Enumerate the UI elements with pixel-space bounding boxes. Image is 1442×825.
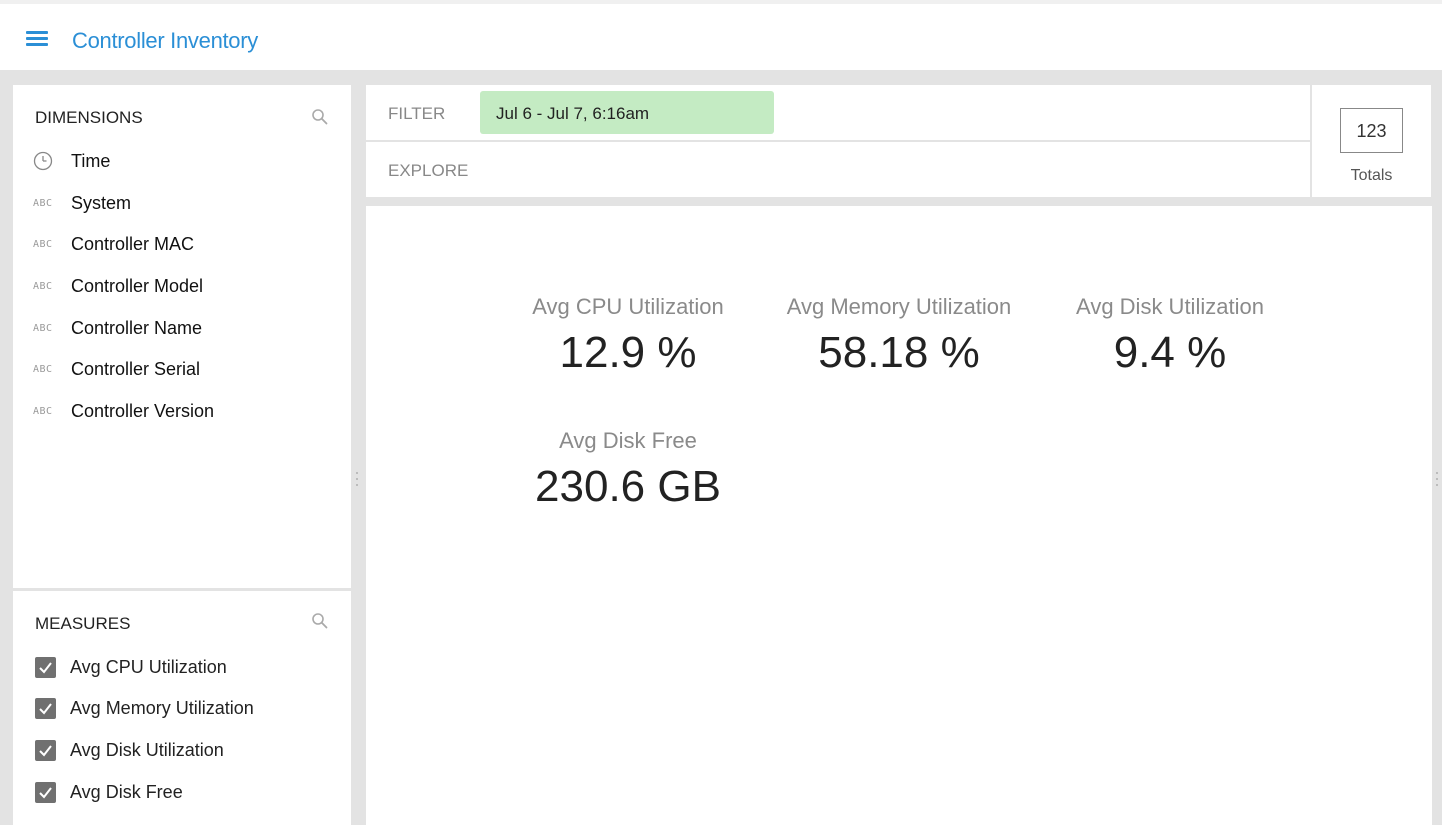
search-icon[interactable] (311, 108, 329, 126)
filter-bar: FILTER Jul 6 - Jul 7, 6:16am (366, 85, 1310, 140)
totals-view: Avg CPU Utilization 12.9 % Avg Memory Ut… (366, 206, 1432, 825)
metric-value: 58.18 % (818, 328, 980, 377)
abc-icon: ABC (33, 405, 53, 417)
dimension-item-system[interactable]: ABC System (33, 191, 131, 215)
check-icon (39, 744, 52, 757)
clock-icon (33, 151, 59, 171)
measure-label: Avg Disk Utilization (70, 739, 224, 760)
search-icon[interactable] (311, 612, 329, 630)
metric-avg-disk-free: Avg Disk Free 230.6 GB (518, 428, 738, 512)
metric-avg-memory-utilization: Avg Memory Utilization 58.18 % (769, 294, 1029, 378)
dimension-label: Controller Serial (71, 358, 201, 379)
dimension-label: Time (71, 150, 111, 171)
checkbox-checked[interactable] (35, 656, 56, 678)
abc-icon: ABC (33, 363, 53, 375)
measure-label: Avg CPU Utilization (70, 656, 227, 677)
abc-icon: ABC (33, 238, 53, 250)
dimension-label: Controller Version (71, 400, 215, 421)
metric-label: Avg Memory Utilization (786, 294, 1012, 319)
dimensions-panel: DIMENSIONS Time ABC System ABC Controlle… (13, 85, 351, 588)
dimension-item-controller-version[interactable]: ABC Controller Version (33, 399, 214, 423)
filter-label: FILTER (388, 104, 446, 123)
explore-label: EXPLORE (388, 161, 469, 180)
dimension-item-controller-model[interactable]: ABC Controller Model (33, 274, 203, 298)
dimension-label: Controller MAC (71, 233, 195, 254)
metric-avg-disk-utilization: Avg Disk Utilization 9.4 % (1060, 294, 1280, 378)
measure-item-avg-disk-free[interactable]: Avg Disk Free (35, 780, 183, 804)
menu-icon[interactable] (24, 28, 50, 48)
dimension-label: Controller Name (71, 317, 203, 338)
metric-value: 230.6 GB (535, 462, 721, 511)
dimension-item-time[interactable]: Time (33, 149, 110, 173)
metric-avg-cpu-utilization: Avg CPU Utilization 12.9 % (518, 294, 738, 378)
checkbox-checked[interactable] (35, 697, 56, 719)
metric-value: 12.9 % (559, 328, 697, 377)
totals-label: Totals (1350, 167, 1393, 184)
abc-icon: ABC (33, 322, 53, 334)
measure-item-avg-disk-utilization[interactable]: Avg Disk Utilization (35, 738, 224, 762)
panel-resize-handle[interactable] (1435, 470, 1439, 490)
check-icon (39, 702, 52, 715)
dimension-item-controller-serial[interactable]: ABC Controller Serial (33, 357, 200, 381)
app-title[interactable]: Controller Inventory (72, 28, 258, 54)
measures-panel: MEASURES Avg CPU Utilization Avg Memory … (13, 591, 351, 825)
checkbox-checked[interactable] (35, 739, 56, 761)
checkbox-checked[interactable] (35, 781, 56, 803)
dimension-item-controller-mac[interactable]: ABC Controller MAC (33, 232, 194, 256)
measure-item-avg-cpu-utilization[interactable]: Avg CPU Utilization (35, 655, 227, 679)
totals-visualization-selector[interactable]: 123 Totals (1312, 85, 1431, 197)
dimensions-header: DIMENSIONS (35, 108, 143, 127)
workspace: DIMENSIONS Time ABC System ABC Controlle… (0, 70, 1442, 825)
totals-icon[interactable]: 123 (1340, 108, 1403, 153)
metric-label: Avg Disk Free (559, 428, 697, 453)
check-icon (39, 661, 52, 674)
filter-chip-time-range[interactable]: Jul 6 - Jul 7, 6:16am (480, 91, 774, 134)
measure-item-avg-memory-utilization[interactable]: Avg Memory Utilization (35, 696, 254, 720)
top-bar: Controller Inventory (0, 0, 1442, 70)
metric-label: Avg Disk Utilization (1076, 294, 1264, 319)
explore-bar[interactable]: EXPLORE (366, 142, 1310, 197)
dimension-label: System (71, 192, 132, 213)
measure-label: Avg Disk Free (70, 781, 183, 802)
check-icon (39, 786, 52, 799)
dimension-item-controller-name[interactable]: ABC Controller Name (33, 316, 202, 340)
metric-label: Avg CPU Utilization (532, 294, 724, 319)
abc-icon: ABC (33, 280, 53, 292)
measures-header: MEASURES (35, 614, 131, 633)
metric-value: 9.4 % (1113, 328, 1227, 377)
measure-label: Avg Memory Utilization (70, 697, 254, 718)
panel-resize-handle[interactable] (355, 470, 359, 490)
abc-icon: ABC (33, 197, 53, 209)
dimension-label: Controller Model (71, 275, 204, 296)
